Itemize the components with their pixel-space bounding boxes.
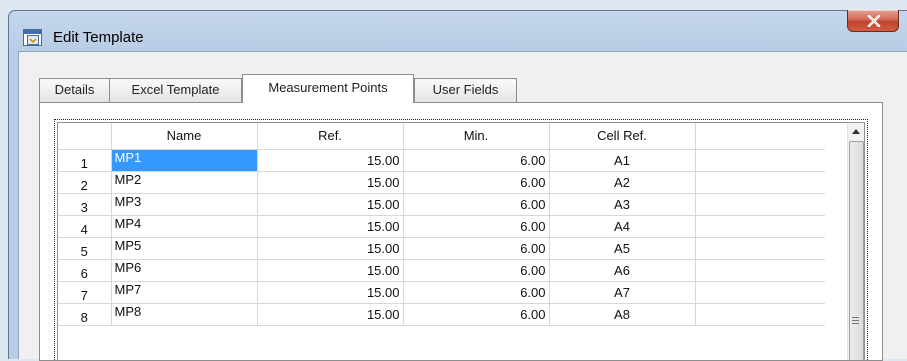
cell-ref[interactable]: 15.00 [257,193,404,216]
cell-ref[interactable]: 15.00 [257,281,404,304]
row-filler [695,149,825,172]
cell-name[interactable]: MP1 [111,149,258,172]
row-number[interactable]: 3 [58,193,112,216]
window-title: Edit Template [53,29,144,46]
close-button[interactable] [847,10,899,32]
row-number[interactable]: 5 [58,237,112,260]
table-row[interactable]: 1 MP1 15.00 6.00 A1 [58,149,825,172]
grid-viewport: Name Ref. Min. Cell Ref. 1 MP1 15.00 6.0… [57,122,865,360]
cell-name[interactable]: MP2 [111,171,258,194]
cell-cell-ref[interactable]: A8 [549,303,696,326]
cell-min[interactable]: 6.00 [403,193,550,216]
table-row[interactable]: 5 MP5 15.00 6.00 A5 [58,237,825,260]
measurement-points-table: Name Ref. Min. Cell Ref. 1 MP1 15.00 6.0… [58,123,825,326]
row-header-corner[interactable] [58,123,112,150]
row-filler [695,171,825,194]
row-filler [695,237,825,260]
measurement-points-panel: Name Ref. Min. Cell Ref. 1 MP1 15.00 6.0… [39,102,883,361]
scrollbar-thumb[interactable] [849,141,864,360]
cell-min[interactable]: 6.00 [403,259,550,282]
grip-icon [852,317,859,324]
cell-name[interactable]: MP6 [111,259,258,282]
row-filler [695,281,825,304]
tab-measurement-points[interactable]: Measurement Points [242,74,414,103]
column-header-min[interactable]: Min. [403,123,550,150]
row-filler [695,303,825,326]
cell-ref[interactable]: 15.00 [257,259,404,282]
column-header-ref[interactable]: Ref. [257,123,404,150]
cell-ref[interactable]: 15.00 [257,215,404,238]
tab-excel-template[interactable]: Excel Template [109,78,242,102]
row-filler [695,259,825,282]
cell-name[interactable]: MP3 [111,193,258,216]
cell-name[interactable]: MP4 [111,215,258,238]
cell-name[interactable]: MP7 [111,281,258,304]
row-number[interactable]: 7 [58,281,112,304]
form-window-icon[interactable] [23,29,42,46]
cell-name[interactable]: MP8 [111,303,258,326]
cell-cell-ref[interactable]: A3 [549,193,696,216]
tab-label: User Fields [432,82,499,97]
cell-cell-ref[interactable]: A4 [549,215,696,238]
cell-name[interactable]: MP5 [111,237,258,260]
vertical-scrollbar[interactable] [847,123,864,360]
table-row[interactable]: 2 MP2 15.00 6.00 A2 [58,171,825,194]
cell-cell-ref[interactable]: A6 [549,259,696,282]
table-row[interactable]: 8 MP8 15.00 6.00 A8 [58,303,825,326]
row-number[interactable]: 2 [58,171,112,194]
tab-user-fields[interactable]: User Fields [414,78,517,102]
cell-cell-ref[interactable]: A1 [549,149,696,172]
row-filler [695,215,825,238]
cell-ref[interactable]: 15.00 [257,303,404,326]
tab-label: Excel Template [131,82,220,97]
table-header-row: Name Ref. Min. Cell Ref. [58,123,825,150]
row-filler [695,193,825,216]
tab-label: Details [54,82,95,97]
measurement-points-grid[interactable]: Name Ref. Min. Cell Ref. 1 MP1 15.00 6.0… [54,119,868,360]
row-number[interactable]: 6 [58,259,112,282]
cell-cell-ref[interactable]: A7 [549,281,696,304]
cell-min[interactable]: 6.00 [403,281,550,304]
title-bar[interactable]: Edit Template [9,10,907,51]
cell-ref[interactable]: 15.00 [257,237,404,260]
tab-details[interactable]: Details [39,78,110,102]
column-header-cell-ref[interactable]: Cell Ref. [549,123,696,150]
edit-template-window: Edit Template Details Excel Template Mea… [8,10,907,361]
table-row[interactable]: 6 MP6 15.00 6.00 A6 [58,259,825,282]
cell-min[interactable]: 6.00 [403,149,550,172]
cell-min[interactable]: 6.00 [403,303,550,326]
column-header-name[interactable]: Name [111,123,258,150]
tab-label: Measurement Points [268,80,388,95]
table-row[interactable]: 4 MP4 15.00 6.00 A4 [58,215,825,238]
cell-cell-ref[interactable]: A2 [549,171,696,194]
table-row[interactable]: 3 MP3 15.00 6.00 A3 [58,193,825,216]
row-number[interactable]: 1 [58,149,112,172]
cell-min[interactable]: 6.00 [403,237,550,260]
row-number[interactable]: 4 [58,215,112,238]
dialog-client-area: Details Excel Template Measurement Point… [18,51,907,361]
cell-cell-ref[interactable]: A5 [549,237,696,260]
row-number[interactable]: 8 [58,303,112,326]
cell-ref[interactable]: 15.00 [257,171,404,194]
scroll-up-button[interactable] [848,123,864,140]
cell-min[interactable]: 6.00 [403,171,550,194]
cell-ref[interactable]: 15.00 [257,149,404,172]
header-filler [695,123,825,150]
cell-min[interactable]: 6.00 [403,215,550,238]
table-row[interactable]: 7 MP7 15.00 6.00 A7 [58,281,825,304]
